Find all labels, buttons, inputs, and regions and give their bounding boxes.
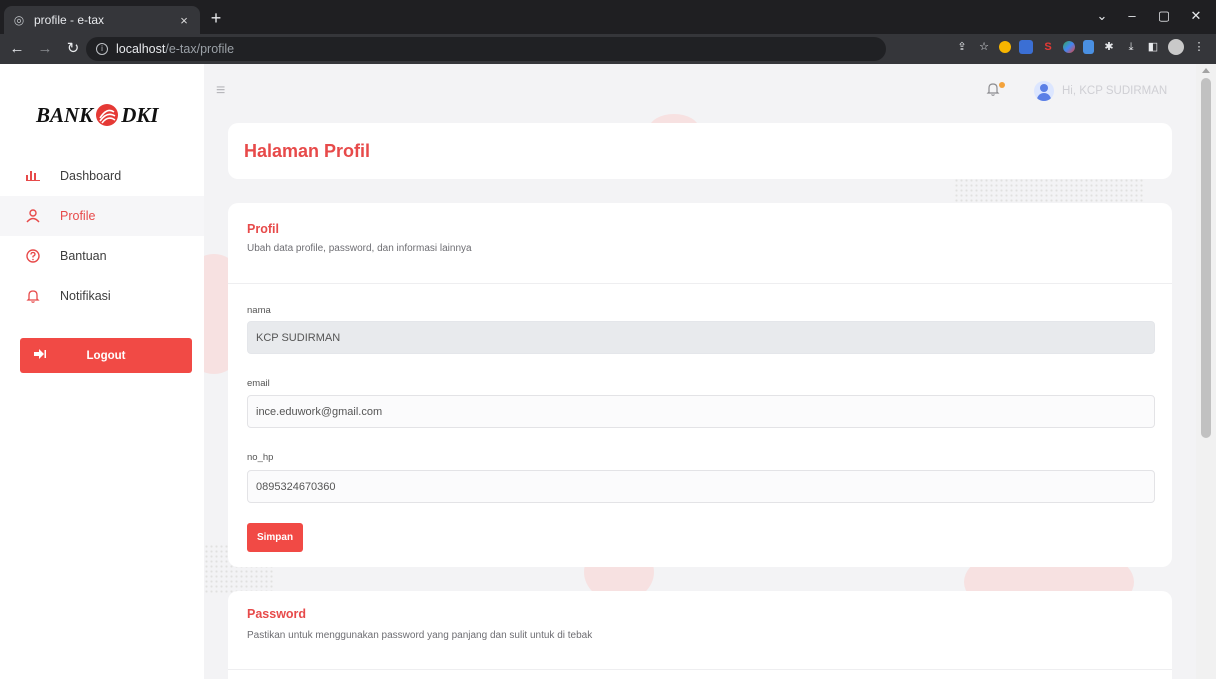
notification-dot [999,82,1005,88]
extension-blue-icon[interactable] [1019,40,1033,54]
page-scrollbar[interactable] [1196,64,1216,679]
browser-tabbar: ◎ profile - e-tax × + ⌄ – ▢ ✕ [0,0,1216,34]
sign-out-icon [34,349,48,362]
divider [228,283,1172,284]
extension-red-icon[interactable]: S [1041,40,1055,54]
password-section-description: Pastikan untuk menggunakan password yang… [247,630,593,641]
extension-yellow-icon[interactable] [999,41,1011,53]
new-tab-icon[interactable]: + [206,8,226,28]
extensions-puzzle-icon[interactable]: ✱ [1102,40,1116,54]
bell-icon [26,289,40,303]
browser-toolbar: ← → ↻ i localhost/e-tax/profile ⇪ ☆ S ✱ … [0,34,1216,64]
sidebar-item-label: Notifikasi [60,289,111,303]
user-icon [26,209,40,223]
scroll-thumb[interactable] [1201,78,1211,438]
hamburger-menu-icon[interactable]: ≡ [216,82,232,100]
minimize-icon[interactable]: – [1120,6,1144,26]
user-menu[interactable]: Hi, KCP SUDIRMAN [1034,81,1167,101]
browser-tab[interactable]: ◎ profile - e-tax × [4,6,200,34]
reload-icon[interactable]: ↻ [62,38,84,60]
no-hp-label: no_hp [247,452,274,463]
download-icon[interactable]: ⤓ [1124,40,1138,54]
bookmark-star-icon[interactable]: ☆ [977,40,991,54]
globe-icon: ◎ [13,13,25,27]
extension-color-icon[interactable] [1063,41,1075,53]
profile-section-description: Ubah data profile, password, dan informa… [247,243,472,254]
page-header-card: Halaman Profil [228,123,1172,179]
back-icon[interactable]: ← [6,38,28,60]
bar-chart-icon [26,169,40,183]
tab-close-icon[interactable]: × [176,13,192,28]
email-label: email [247,378,270,389]
extension-doc-icon[interactable] [1083,40,1094,54]
email-field[interactable] [247,395,1155,428]
sidebar-item-label: Bantuan [60,249,107,263]
main-content: ≡ Hi, KCP SUDIRMAN Halaman Profil Profil… [204,64,1196,679]
sidebar-item-label: Dashboard [60,169,122,183]
save-button[interactable]: Simpan [247,523,303,552]
browser-menu-icon[interactable]: ⋮ [1192,40,1206,54]
avatar [1034,81,1054,101]
sidebar: BANK DKI Dashboard Profile Bantuan Notif… [0,64,204,679]
sidebar-item-bantuan[interactable]: Bantuan [0,236,204,276]
page-title: Halaman Profil [244,141,371,161]
tab-search-icon[interactable]: ⌄ [1090,6,1114,26]
info-icon[interactable]: i [96,43,108,55]
help-icon [26,249,40,263]
profile-card: Profil Ubah data profile, password, dan … [228,203,1172,567]
tab-title: profile - e-tax [34,13,105,27]
password-card: Password Pastikan untuk menggunakan pass… [228,591,1172,679]
profile-avatar-icon[interactable] [1168,39,1184,55]
logout-label: Logout [86,349,126,362]
sidebar-item-label: Profile [60,209,96,223]
bank-dki-logo: BANK DKI [36,100,176,130]
restore-icon[interactable]: ▢ [1152,6,1176,26]
share-icon[interactable]: ⇪ [955,40,969,54]
logout-button[interactable]: Logout [20,338,192,373]
url-path: /e-tax/profile [165,42,235,56]
logo-text-right: DKI [121,102,159,127]
logo-text-left: BANK [36,102,94,127]
scroll-up-arrow-icon[interactable] [1202,68,1210,73]
sidebar-nav: Dashboard Profile Bantuan Notifikasi [0,156,204,316]
url-host: localhost [116,42,166,56]
sidebar-item-profile[interactable]: Profile [0,196,204,236]
profile-section-title: Profil [247,222,279,236]
sidebar-item-dashboard[interactable]: Dashboard [0,156,204,196]
forward-icon[interactable]: → [34,38,56,60]
address-bar[interactable]: i localhost/e-tax/profile [86,37,886,61]
nama-label: nama [247,305,271,316]
close-window-icon[interactable]: ✕ [1184,6,1208,26]
password-section-title: Password [247,607,307,621]
divider [228,669,1172,670]
no-hp-field[interactable] [247,470,1155,503]
extensions-row: ⇪ ☆ S ✱ ⤓ ◧ ⋮ [955,39,1206,55]
user-greeting: Hi, KCP SUDIRMAN [1062,85,1168,97]
side-panel-icon[interactable]: ◧ [1146,40,1160,54]
sidebar-item-notifikasi[interactable]: Notifikasi [0,276,204,316]
nama-field [247,321,1155,354]
bank-dki-emblem-icon [96,104,119,126]
